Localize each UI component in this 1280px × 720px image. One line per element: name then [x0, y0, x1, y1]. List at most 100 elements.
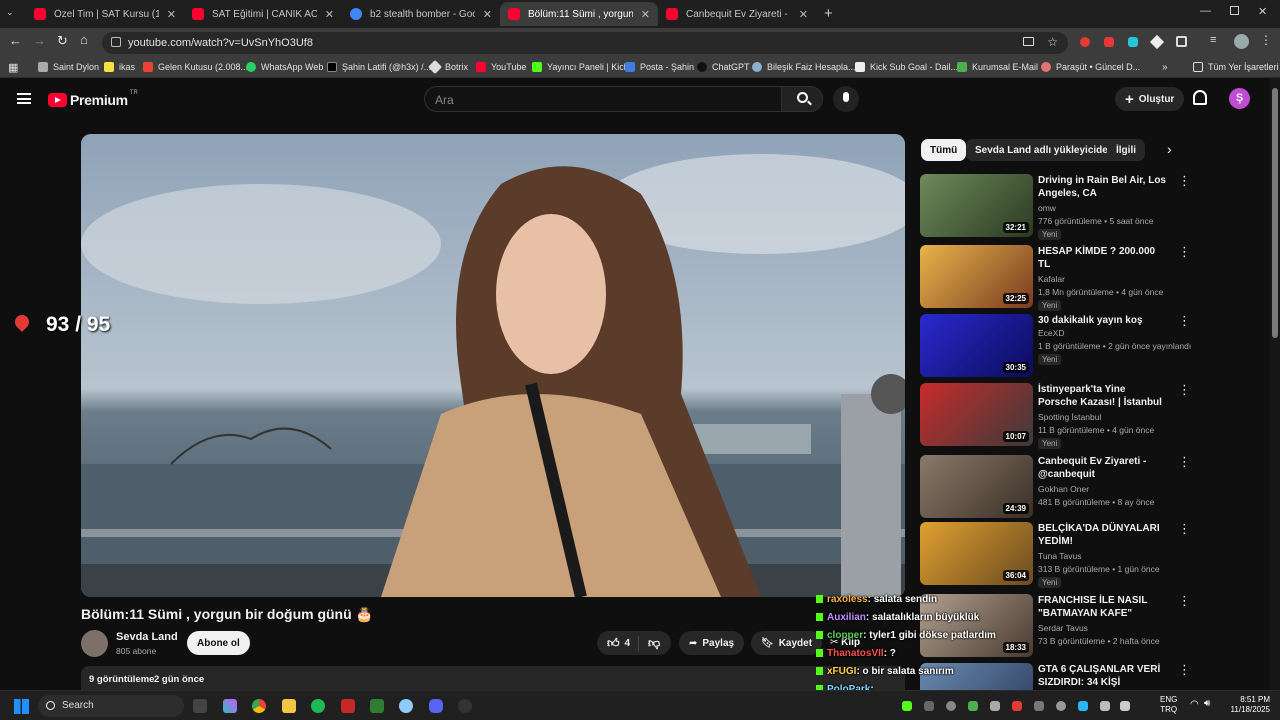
video-thumbnail[interactable]: 10:07	[920, 383, 1033, 446]
browser-tab-active[interactable]: Bölüm:11 Sümi , yorgun bir doğ✕	[500, 2, 658, 26]
browser-menu-icon[interactable]: ⋮	[1260, 33, 1272, 47]
browser-tab[interactable]: Özel Tim | SAT Kursu (1. Bölüm)✕	[26, 2, 184, 26]
recommended-video[interactable]: 10:07 İstinyepark'ta Yine Porsche Kazası!…	[920, 383, 1191, 449]
search-button[interactable]	[781, 86, 823, 112]
account-avatar[interactable]: Ş	[1229, 88, 1250, 109]
save-button[interactable]: 🔖︎ Kaydet	[751, 631, 823, 655]
video-player[interactable]	[81, 134, 905, 597]
chip-related[interactable]: İlgili	[1107, 139, 1145, 161]
browser-tab[interactable]: SAT Eğitimi | CANİK ACADEMY✕	[184, 2, 342, 26]
tray-icon[interactable]	[1120, 701, 1130, 711]
close-icon[interactable]: ✕	[483, 8, 492, 21]
page-scrollbar[interactable]	[1270, 78, 1280, 690]
tray-icon[interactable]	[1012, 701, 1022, 711]
install-app-icon[interactable]	[1023, 37, 1034, 46]
task-view-icon[interactable]	[193, 699, 207, 713]
tray-icon[interactable]	[990, 701, 1000, 711]
volume-icon[interactable]: 🔊︎	[1204, 698, 1210, 709]
extension-icon[interactable]	[1128, 37, 1138, 47]
notifications-bell-icon[interactable]	[1193, 90, 1207, 105]
recommended-video[interactable]: 32:25 HESAP KİMDE ? 200.000 TL Kafalar 1,8 …	[920, 245, 1191, 311]
new-tab-button[interactable]: +	[824, 5, 833, 22]
recommended-video[interactable]: 24:39 Canbequit Ev Ziyareti - @canbequit G…	[920, 455, 1191, 519]
close-window-icon[interactable]: ✕	[1258, 5, 1267, 18]
restore-icon[interactable]	[1230, 6, 1239, 15]
close-icon[interactable]: ✕	[167, 8, 176, 21]
extensions-puzzle-icon[interactable]	[1176, 36, 1187, 47]
more-actions-icon[interactable]: ⋮	[1178, 663, 1191, 676]
tray-icon[interactable]	[902, 701, 912, 711]
back-icon[interactable]: ←	[9, 33, 22, 48]
scrollbar-thumb[interactable]	[1272, 88, 1278, 338]
bookmark-item[interactable]: WhatsApp Web	[246, 59, 323, 75]
minimize-icon[interactable]: —	[1200, 5, 1211, 17]
recommended-video-title[interactable]: FRANCHISE İLE NASIL "BATMAYAN KAFE" AÇIL…	[1038, 594, 1166, 621]
site-info-icon[interactable]	[111, 37, 121, 47]
share-button[interactable]: ➦ Paylaş	[679, 631, 745, 655]
chrome-icon[interactable]	[252, 699, 266, 713]
extension-icon[interactable]	[1104, 37, 1114, 47]
recommended-video[interactable]: GTA 6 ÇALIŞANLAR VERİ SIZDIRDI: 34 KİŞİ …	[920, 663, 1191, 690]
bookmark-item[interactable]: Bileşik Faiz Hesapla...	[752, 59, 856, 75]
bookmark-item[interactable]: YouTube	[476, 59, 526, 75]
close-icon[interactable]: ✕	[641, 8, 650, 21]
close-icon[interactable]: ✕	[325, 8, 334, 21]
tray-icon[interactable]	[1100, 701, 1110, 711]
bookmark-item[interactable]: Kurumsal E-Mail	[957, 59, 1038, 75]
bookmark-item[interactable]: Saint Dylon	[38, 59, 99, 75]
recommended-video[interactable]: 32:21 Driving in Rain Bel Air, Los Angele…	[920, 174, 1191, 240]
subscribe-button[interactable]: Abone ol	[187, 631, 250, 655]
video-thumbnail[interactable]: 24:39	[920, 455, 1033, 518]
recommended-video[interactable]: 18:33 FRANCHISE İLE NASIL "BATMAYAN KAFE"…	[920, 594, 1191, 658]
tray-icon[interactable]	[1034, 701, 1044, 711]
video-thumbnail[interactable]: 32:25	[920, 245, 1033, 308]
bookmark-item[interactable]: Botrix	[427, 59, 468, 75]
file-explorer-icon[interactable]	[282, 699, 296, 713]
windows-start-icon[interactable]	[14, 699, 29, 714]
recommended-channel-name[interactable]: Serdar Tavus	[1038, 623, 1088, 633]
video-thumbnail[interactable]: 36:04	[920, 522, 1033, 585]
recommended-video[interactable]: 30:35 30 dakikalık yayın koş EceXD 1 B görü…	[920, 314, 1191, 378]
language-indicator[interactable]: ENG TRQ	[1160, 695, 1177, 715]
copilot-icon[interactable]	[223, 699, 237, 713]
browser-tab[interactable]: Canbequit Ev Ziyareti - @canbe✕	[658, 2, 816, 26]
more-actions-icon[interactable]: ⋮	[1178, 383, 1191, 396]
extension-icon[interactable]	[1149, 34, 1165, 50]
recommended-channel-name[interactable]: EceXD	[1038, 328, 1064, 338]
tray-icon[interactable]	[968, 701, 978, 711]
bookmark-item[interactable]: ChatGPT	[697, 59, 750, 75]
voice-search-button[interactable]	[833, 86, 859, 112]
bookmark-item[interactable]: Posta - Şahin	[625, 59, 694, 75]
app-icon[interactable]	[341, 699, 355, 713]
extension-icon[interactable]	[1080, 37, 1090, 47]
recommended-channel-name[interactable]: Tuna Tavus	[1038, 551, 1081, 561]
more-actions-icon[interactable]: ⋮	[1178, 594, 1191, 607]
all-bookmarks-folder[interactable]: Tüm Yer İşaretleri	[1193, 59, 1279, 75]
recommended-video-title[interactable]: İstinyepark'ta Yine Porsche Kazası! | İs…	[1038, 383, 1166, 410]
forward-icon[interactable]: →	[33, 33, 46, 48]
tab-search-chevron-icon[interactable]: ⌄	[6, 7, 14, 18]
tray-icon[interactable]	[946, 701, 956, 711]
app-icon[interactable]	[458, 699, 472, 713]
recommended-video-title[interactable]: Canbequit Ev Ziyareti - @canbequit	[1038, 455, 1166, 481]
create-button[interactable]: + Oluştur	[1115, 87, 1185, 111]
home-icon[interactable]: ⌂	[80, 32, 88, 47]
bookmark-item[interactable]: Kick Sub Goal - Dail...	[855, 59, 958, 75]
bookmark-item[interactable]: Gelen Kutusu (2.008...	[143, 59, 248, 75]
menu-hamburger-icon[interactable]	[17, 93, 31, 104]
recommended-channel-name[interactable]: Spotting İstanbul	[1038, 412, 1101, 422]
close-icon[interactable]: ✕	[799, 8, 808, 21]
recommended-channel-name[interactable]: omw	[1038, 203, 1056, 213]
video-thumbnail[interactable]: 32:21	[920, 174, 1033, 237]
recommended-channel-name[interactable]: Kafalar	[1038, 274, 1065, 284]
chip-all[interactable]: Tümü	[921, 139, 967, 161]
app-icon[interactable]	[399, 699, 413, 713]
browser-tab[interactable]: b2 stealth bomber - Google'da✕	[342, 2, 500, 26]
clock[interactable]: 8:51 PM 11/18/2025	[1226, 695, 1270, 715]
more-bookmarks-icon[interactable]: »	[1162, 59, 1168, 75]
tray-icon[interactable]	[1056, 701, 1066, 711]
bookmark-item[interactable]: Paraşüt • Güncel D...	[1041, 59, 1140, 75]
address-bar[interactable]: youtube.com/watch?v=UvSnYhO3Uf8 ☆	[102, 32, 1068, 54]
app-icon[interactable]	[370, 699, 384, 713]
youtube-logo[interactable]: Premium TR	[48, 90, 138, 108]
